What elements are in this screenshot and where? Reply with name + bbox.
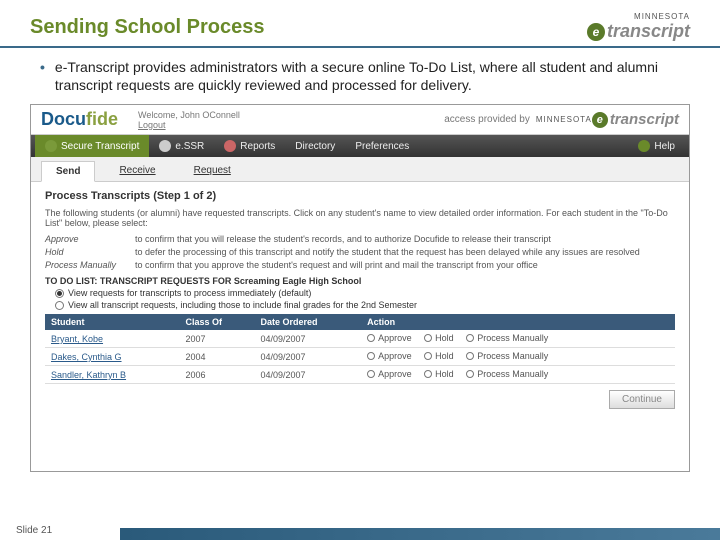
view-opt-all[interactable]: View all transcript requests, including … — [55, 300, 675, 310]
welcome-text: Welcome, John OConnell Logout — [138, 110, 240, 130]
def-approve-desc: to confirm that you will release the stu… — [135, 234, 551, 244]
brand-mn: MINNESOTA — [587, 12, 690, 21]
app-logo: Docufide — [41, 109, 118, 130]
action-hold[interactable]: Hold — [424, 333, 454, 343]
radio-icon — [367, 352, 375, 360]
continue-button[interactable]: Continue — [609, 390, 675, 409]
radio-icon — [466, 370, 474, 378]
action-manual[interactable]: Process Manually — [466, 351, 548, 361]
radio-icon — [424, 370, 432, 378]
action-hold[interactable]: Hold — [424, 351, 454, 361]
radio-icon — [424, 334, 432, 342]
nav-secure-transcript[interactable]: Secure Transcript — [35, 135, 149, 157]
table-row: Bryant, Kobe 2007 04/09/2007 Approve Hol… — [45, 330, 675, 348]
definitions: Approveto confirm that you will release … — [45, 234, 675, 270]
tab-send[interactable]: Send — [41, 161, 95, 182]
brand-e-icon: e — [587, 23, 605, 41]
radio-icon — [424, 352, 432, 360]
radio-icon — [466, 334, 474, 342]
slide-number: Slide 21 — [16, 525, 52, 536]
table-row: Sandler, Kathryn B 2006 04/09/2007 Appro… — [45, 366, 675, 384]
main-nav: Secure Transcript e.SSR Reports Director… — [31, 135, 689, 157]
radio-icon — [367, 370, 375, 378]
radio-icon — [367, 334, 375, 342]
tab-receive[interactable]: Receive — [105, 161, 169, 181]
radio-icon — [466, 352, 474, 360]
chart-icon — [224, 140, 236, 152]
view-opt-immediate[interactable]: View requests for transcripts to process… — [55, 288, 675, 298]
student-link[interactable]: Bryant, Kobe — [45, 330, 180, 348]
brand-logo: MINNESOTA e transcript — [587, 12, 690, 42]
action-approve[interactable]: Approve — [367, 351, 412, 361]
action-manual[interactable]: Process Manually — [466, 369, 548, 379]
shield-icon — [45, 140, 57, 152]
bullet-icon: • — [40, 58, 45, 94]
nav-directory[interactable]: Directory — [285, 141, 345, 152]
def-hold-desc: to defer the processing of this transcri… — [135, 247, 640, 257]
table-row: Dakes, Cynthia G 2004 04/09/2007 Approve… — [45, 348, 675, 366]
todo-header: TO DO LIST: TRANSCRIPT REQUESTS FOR Scre… — [45, 276, 675, 286]
help-icon — [638, 140, 650, 152]
student-link[interactable]: Sandler, Kathryn B — [45, 366, 180, 384]
brand-transcript: transcript — [607, 21, 690, 42]
nav-preferences[interactable]: Preferences — [345, 141, 419, 152]
access-label: access provided by — [444, 114, 530, 125]
def-manual-desc: to confirm that you approve the student'… — [135, 260, 538, 270]
action-approve[interactable]: Approve — [367, 333, 412, 343]
col-date: Date Ordered — [254, 314, 361, 330]
def-hold-term: Hold — [45, 247, 135, 257]
radio-icon — [55, 289, 64, 298]
col-action: Action — [361, 314, 675, 330]
slide-title: Sending School Process — [30, 16, 265, 39]
nav-essr[interactable]: e.SSR — [149, 140, 214, 152]
app-screenshot: Docufide Welcome, John OConnell Logout a… — [30, 104, 690, 472]
doc-icon — [159, 140, 171, 152]
requests-table: Student Class Of Date Ordered Action Bry… — [45, 314, 675, 384]
def-manual-term: Process Manually — [45, 260, 135, 270]
col-student: Student — [45, 314, 180, 330]
nav-help[interactable]: Help — [628, 140, 685, 152]
intro-text: The following students (or alumni) have … — [45, 208, 675, 228]
col-classof: Class Of — [180, 314, 255, 330]
footer-bar — [120, 528, 720, 540]
def-approve-term: Approve — [45, 234, 135, 244]
tab-request[interactable]: Request — [180, 161, 245, 181]
nav-reports[interactable]: Reports — [214, 140, 285, 152]
student-link[interactable]: Dakes, Cynthia G — [45, 348, 180, 366]
bullet-text: e-Transcript provides administrators wit… — [55, 58, 680, 94]
provider-logo: MINNESOTA e transcript — [536, 111, 679, 128]
action-manual[interactable]: Process Manually — [466, 333, 548, 343]
logout-link[interactable]: Logout — [138, 120, 166, 130]
action-hold[interactable]: Hold — [424, 369, 454, 379]
step-title: Process Transcripts (Step 1 of 2) — [45, 190, 675, 202]
action-approve[interactable]: Approve — [367, 369, 412, 379]
sub-tabs: Send Receive Request — [31, 157, 689, 182]
radio-icon — [55, 301, 64, 310]
